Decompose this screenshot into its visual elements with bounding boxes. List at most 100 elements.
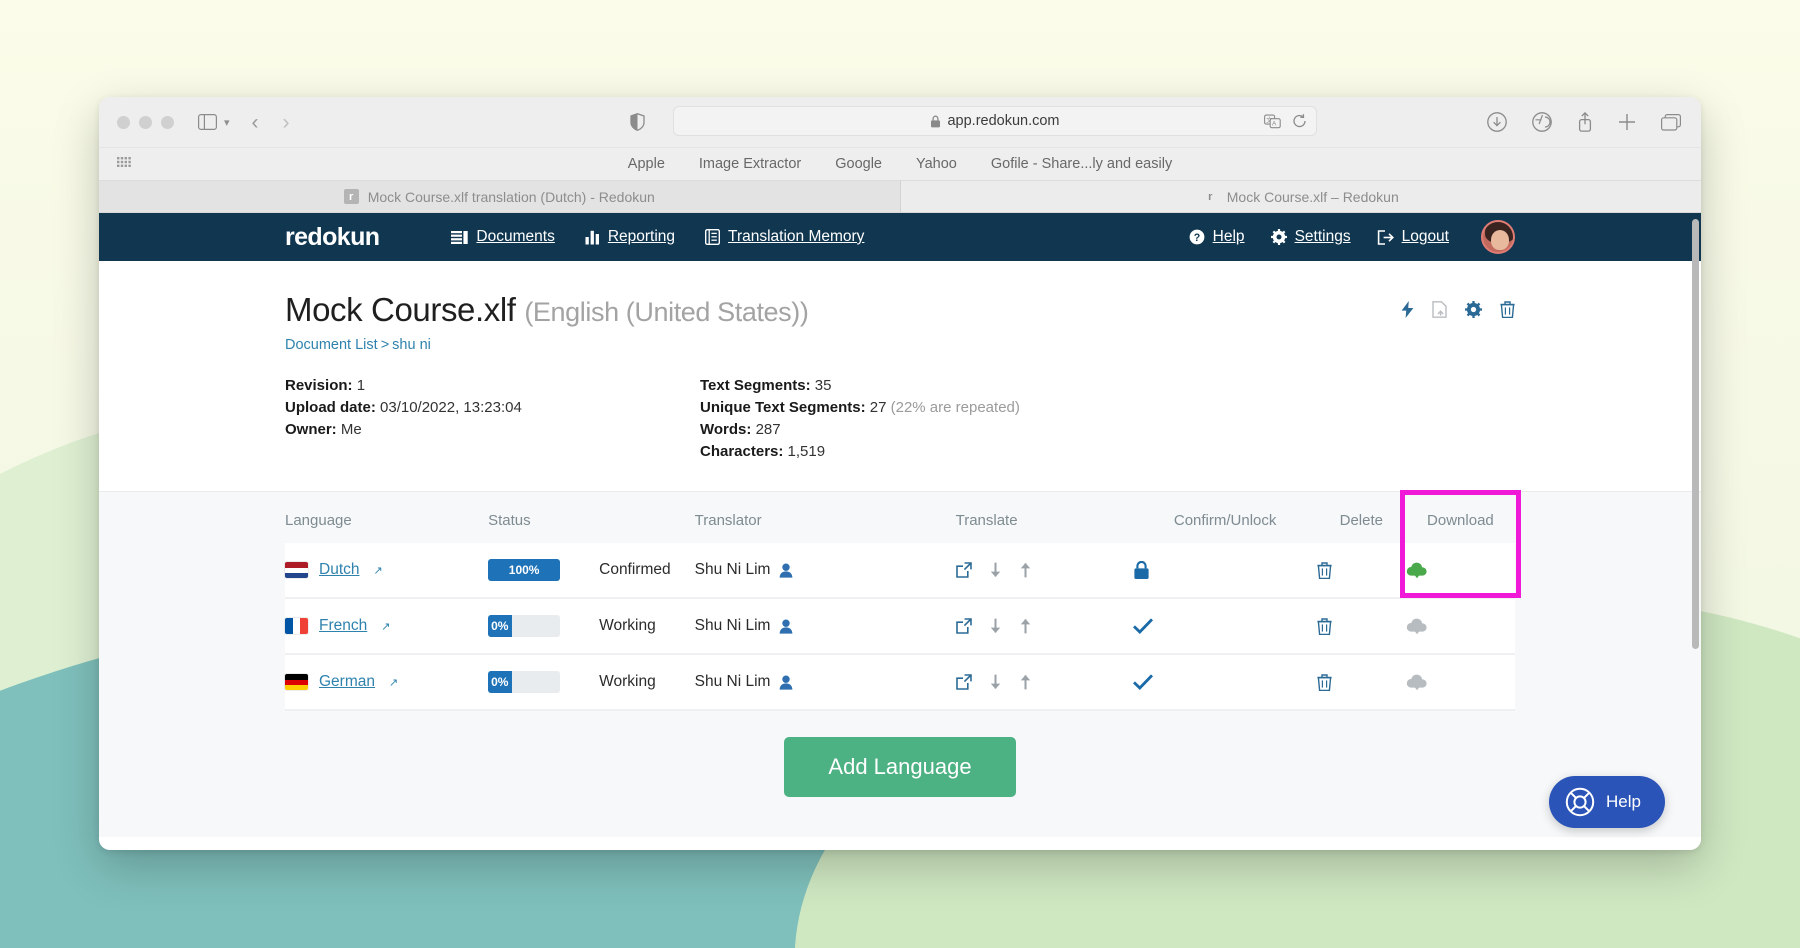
shield-icon[interactable] (630, 113, 645, 131)
avatar[interactable] (1481, 220, 1515, 254)
external-link-icon[interactable] (956, 562, 972, 578)
bookmarks-bar: Apple Image Extractor Google Yahoo Gofil… (99, 147, 1701, 180)
document-name: Mock Course.xlf (285, 291, 516, 328)
sidebar-icon[interactable] (198, 114, 217, 130)
bookmark-item[interactable]: Google (835, 156, 882, 172)
column-header-language: Language (285, 492, 488, 543)
document-actions (1401, 301, 1515, 318)
browser-tab-dutch-translation[interactable]: r Mock Course.xlf translation (Dutch) - … (99, 181, 901, 212)
forward-arrow-icon[interactable]: › (283, 112, 290, 133)
add-language-section: Add Language (99, 711, 1701, 837)
check-icon[interactable] (1133, 618, 1316, 634)
arrow-up-icon[interactable] (1019, 562, 1032, 578)
translator-name: Shu Ni Lim (695, 561, 771, 579)
bookmark-item[interactable]: Gofile - Share...ly and easily (991, 156, 1172, 172)
metadata-label: Text Segments: (700, 377, 811, 394)
lightning-bolt-icon[interactable] (1401, 301, 1414, 318)
downloads-icon[interactable] (1487, 112, 1507, 132)
tab-overview-icon[interactable] (1661, 114, 1681, 131)
document-metadata: Revision: 1 Upload date: 03/10/2022, 13:… (285, 353, 1515, 491)
breadcrumb: Document List>shu ni (285, 337, 1515, 353)
bookmark-item[interactable]: Yahoo (916, 156, 957, 172)
back-arrow-icon[interactable]: ‹ (252, 112, 259, 133)
check-icon[interactable] (1133, 674, 1316, 690)
navigation-arrows[interactable]: ‹ › (252, 112, 290, 133)
cloud-download-icon[interactable] (1406, 562, 1515, 579)
redokun-favicon-icon: r (344, 189, 359, 204)
redokun-logo[interactable]: redokun (285, 223, 379, 252)
cloud-download-icon[interactable] (1406, 618, 1515, 635)
page-scrollbar[interactable] (1692, 219, 1699, 649)
external-link-icon[interactable]: ↗ (389, 676, 398, 689)
language-link-french[interactable]: French (319, 617, 367, 635)
cell-translate-actions (956, 543, 1134, 598)
cell-confirm (1133, 654, 1316, 710)
nav-item-help[interactable]: ? Help (1189, 228, 1245, 246)
new-tab-icon[interactable] (1618, 113, 1636, 131)
trash-icon[interactable] (1317, 562, 1406, 579)
address-bar-url: app.redokun.com (947, 113, 1059, 129)
bar-chart-icon (585, 230, 600, 245)
breadcrumb-separator: > (381, 337, 389, 353)
external-link-icon[interactable]: ↗ (374, 564, 383, 577)
share-icon[interactable] (1577, 112, 1593, 132)
user-icon[interactable] (779, 675, 793, 690)
window-traffic-lights[interactable] (117, 116, 174, 129)
arrow-down-icon[interactable] (989, 618, 1002, 634)
reload-icon[interactable] (1292, 114, 1307, 129)
cell-delete (1317, 654, 1406, 710)
arrow-down-icon[interactable] (989, 562, 1002, 578)
flag-netherlands-icon (285, 562, 308, 578)
maximize-window-button[interactable] (161, 116, 174, 129)
nav-item-reporting[interactable]: Reporting (585, 228, 675, 246)
metadata-owner: Owner: Me (285, 419, 700, 441)
redokun-favicon-icon: r (1203, 189, 1218, 204)
user-icon[interactable] (779, 619, 793, 634)
help-widget-button[interactable]: Help (1549, 776, 1665, 828)
arrow-up-icon[interactable] (1019, 674, 1032, 690)
metadata-value: 27 (870, 399, 887, 416)
nav-item-settings[interactable]: Settings (1271, 228, 1351, 246)
metadata-text-segments: Text Segments: 35 (700, 375, 1115, 397)
chevron-down-icon[interactable]: ▾ (224, 116, 230, 129)
gear-icon (1271, 229, 1287, 245)
gear-icon[interactable] (1465, 301, 1482, 318)
address-bar[interactable]: app.redokun.com 文A (673, 106, 1317, 136)
table-row: German ↗ 0% Working (285, 654, 1515, 710)
breadcrumb-current[interactable]: shu ni (392, 337, 431, 353)
add-language-button[interactable]: Add Language (784, 737, 1015, 797)
avatar-face (1491, 230, 1509, 250)
language-link-german[interactable]: German (319, 673, 375, 691)
toolbar-right-actions[interactable] (1487, 112, 1681, 132)
cloud-download-icon[interactable] (1406, 674, 1515, 691)
external-link-icon[interactable]: ↗ (381, 620, 390, 633)
nav-item-documents[interactable]: Documents (451, 228, 554, 246)
external-link-icon[interactable] (956, 674, 972, 690)
metadata-value: 1 (357, 377, 365, 394)
user-icon[interactable] (779, 563, 793, 578)
minimize-window-button[interactable] (139, 116, 152, 129)
lock-icon[interactable] (1133, 561, 1316, 580)
trash-icon[interactable] (1317, 674, 1406, 691)
browser-tab-mock-course[interactable]: r Mock Course.xlf – Redokun (901, 181, 1702, 212)
cell-status: 100% Confirmed (488, 543, 695, 598)
translate-icon[interactable]: 文A (1264, 114, 1281, 128)
trash-icon[interactable] (1317, 618, 1406, 635)
breadcrumb-document-list[interactable]: Document List (285, 337, 378, 353)
close-window-button[interactable] (117, 116, 130, 129)
arrow-down-icon[interactable] (989, 674, 1002, 690)
external-link-icon[interactable] (956, 618, 972, 634)
nav-item-logout[interactable]: Logout (1377, 228, 1449, 246)
bookmark-item[interactable]: Image Extractor (699, 156, 801, 172)
progress-bar: 0% (488, 615, 560, 637)
nav-item-translation-memory[interactable]: Translation Memory (705, 228, 864, 246)
nav-label: Help (1213, 228, 1245, 246)
metadata-unique-text-segments: Unique Text Segments: 27 (22% are repeat… (700, 397, 1115, 419)
language-link-dutch[interactable]: Dutch (319, 561, 360, 579)
arrow-up-icon[interactable] (1019, 618, 1032, 634)
trash-icon[interactable] (1500, 301, 1515, 318)
bookmark-item[interactable]: Apple (628, 156, 665, 172)
extension-icon[interactable] (1532, 112, 1552, 132)
file-upload-icon[interactable] (1432, 301, 1447, 318)
address-bar-actions[interactable]: 文A (1264, 114, 1307, 129)
